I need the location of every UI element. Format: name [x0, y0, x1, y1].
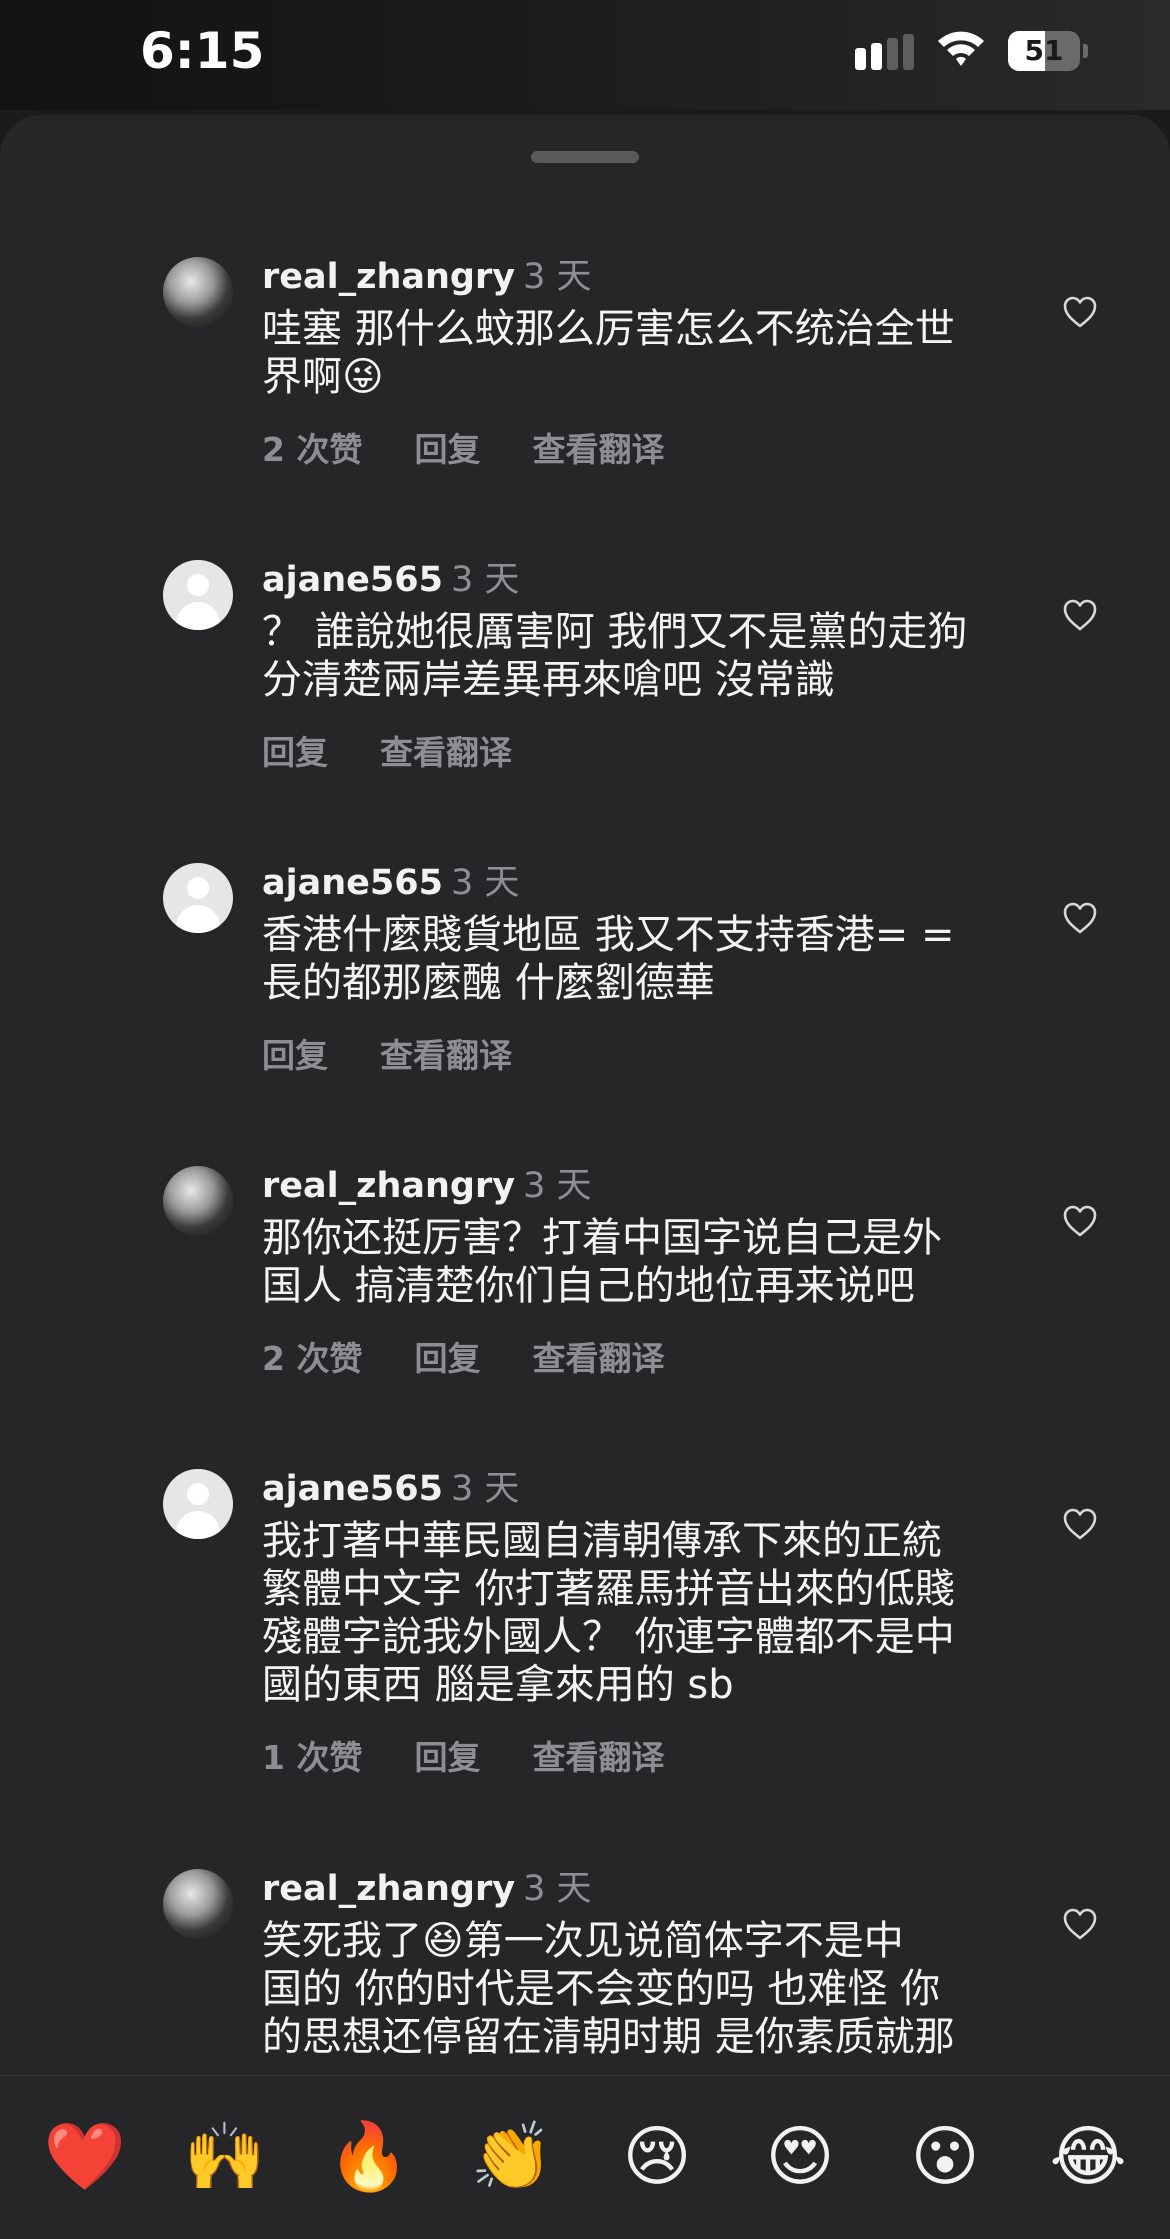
comment-text: 我打著中華民國自清朝傳承下來的正統 繁體中文字 你打著羅馬拼音出來的低賤 殘體字說我… [262, 1517, 1012, 1709]
comment-text-line: 界啊😜 [262, 354, 384, 400]
comment-username[interactable]: ajane565 [262, 863, 443, 903]
reply-button[interactable]: 回复 [262, 726, 328, 774]
comment-text-line: 的思想还停留在清朝时期 是你素质就那 [262, 2014, 955, 2060]
heart-outline-icon[interactable] [1062, 901, 1098, 935]
comment-timestamp: 3 天 [450, 1469, 520, 1509]
comment-text-line: 長的都那麼醜 什麼劉德華 [262, 960, 715, 1006]
like-count[interactable]: 2 次赞 [262, 1332, 362, 1380]
emoji-reaction-button[interactable]: 👏 [467, 2112, 557, 2202]
comment-text-line: 分清楚兩岸差異再來嗆吧 沒常識 [262, 657, 835, 703]
comment-text-line: 殘體字說我外國人？ 你連字體都不是中 [262, 1614, 955, 1660]
see-translation-button[interactable]: 查看翻译 [380, 1029, 512, 1077]
emoji-reaction-button[interactable]: 😍 [755, 2112, 845, 2202]
emoji-reaction-button[interactable]: 😂 [1043, 2112, 1133, 2202]
see-translation-button[interactable]: 查看翻译 [380, 726, 512, 774]
emoji-reaction-button[interactable]: ❤️ [40, 2112, 130, 2202]
status-time: 6:15 [140, 22, 265, 80]
like-count[interactable]: 1 次赞 [262, 1731, 362, 1779]
see-translation-button[interactable]: 查看翻译 [532, 423, 664, 471]
comment-text-line: 哇塞 那什么蚊那么厉害怎么不统治全世 [262, 306, 955, 352]
comment-username[interactable]: real_zhangry [262, 257, 515, 297]
emoji-reaction-button[interactable]: 🔥 [324, 2112, 414, 2202]
reply-button[interactable]: 回复 [414, 1731, 480, 1779]
emoji-reaction-button[interactable]: 😮 [900, 2112, 990, 2202]
comment-username[interactable]: ajane565 [262, 1469, 443, 1509]
comment-text-line: ？ 誰說她很厲害阿 我們又不是黨的走狗 [262, 609, 968, 655]
comment-text-line: 國的東西 腦是拿來用的 sb [262, 1662, 734, 1708]
battery-icon: 51 [1008, 31, 1088, 71]
heart-outline-icon[interactable] [1062, 1507, 1098, 1541]
comment-username[interactable]: ajane565 [262, 560, 443, 600]
comment-text-line: 笑死我了😆第一次见说简体字不是中 [262, 1918, 904, 1964]
comment-text: 笑死我了😆第一次见说简体字不是中 国的 你的时代是不会变的吗 也难怪 你的思想还停… [262, 1917, 1012, 2061]
comment-timestamp: 3 天 [523, 1869, 592, 1909]
heart-outline-icon[interactable] [1062, 1907, 1098, 1941]
drag-handle[interactable] [531, 151, 639, 163]
avatar[interactable] [163, 257, 233, 327]
comment-text: 那你还挺厉害？打着中国字说自己是外 国人 搞清楚你们自己的地位再来说吧 [262, 1214, 1012, 1310]
wifi-icon [938, 31, 984, 66]
emoji-reaction-button[interactable]: 😢 [612, 2112, 702, 2202]
avatar[interactable] [163, 1166, 233, 1236]
reply-button[interactable]: 回复 [414, 1332, 480, 1380]
see-translation-button[interactable]: 查看翻译 [532, 1731, 664, 1779]
heart-outline-icon[interactable] [1062, 295, 1098, 329]
avatar[interactable] [163, 1469, 233, 1539]
comment-text: 香港什麼賤貨地區 我又不支持香港= = 長的都那麼醜 什麼劉德華 [262, 911, 1012, 1007]
avatar[interactable] [163, 863, 233, 933]
comment-text: 哇塞 那什么蚊那么厉害怎么不统治全世 界啊😜 [262, 305, 1012, 401]
comment-text-line: 我打著中華民國自清朝傳承下來的正統 [262, 1518, 942, 1564]
like-count[interactable]: 2 次赞 [262, 423, 362, 471]
comment-username[interactable]: real_zhangry [262, 1869, 515, 1909]
comment-text-line: 繁體中文字 你打著羅馬拼音出來的低賤 [262, 1566, 955, 1612]
comment-text-line: 那你还挺厉害？打着中国字说自己是外 [262, 1215, 942, 1261]
reply-button[interactable]: 回复 [414, 423, 480, 471]
emoji-reaction-bar: ❤️ 🙌 🔥 👏 😢 😍 😮 😂 [0, 2075, 1170, 2239]
comment-timestamp: 3 天 [523, 257, 592, 297]
battery-level: 51 [1024, 34, 1064, 67]
comment-text-line: 香港什麼賤貨地區 我又不支持香港= = [262, 912, 955, 958]
comments-sheet[interactable]: real_zhangry 3 天哇塞 那什么蚊那么厉害怎么不统治全世 界啊😜 2 次赞… [0, 115, 1170, 2238]
cellular-signal-icon [855, 34, 914, 70]
comment-text: ？ 誰說她很厲害阿 我們又不是黨的走狗 分清楚兩岸差異再來嗆吧 沒常識 [262, 608, 1012, 704]
heart-outline-icon[interactable] [1062, 1204, 1098, 1238]
heart-outline-icon[interactable] [1062, 598, 1098, 632]
avatar[interactable] [163, 560, 233, 630]
reply-button[interactable]: 回复 [262, 1029, 328, 1077]
comment-timestamp: 3 天 [450, 863, 520, 903]
comment-text-line: 国人 搞清楚你们自己的地位再来说吧 [262, 1263, 915, 1309]
status-bar: 6:15 51 [0, 0, 1170, 110]
avatar[interactable] [163, 1869, 233, 1939]
comment-timestamp: 3 天 [523, 1166, 592, 1206]
emoji-reaction-button[interactable]: 🙌 [180, 2112, 270, 2202]
see-translation-button[interactable]: 查看翻译 [532, 1332, 664, 1380]
comment-timestamp: 3 天 [450, 560, 520, 600]
comment-text-line: 国的 你的时代是不会变的吗 也难怪 你 [262, 1966, 941, 2012]
comment-username[interactable]: real_zhangry [262, 1166, 515, 1206]
